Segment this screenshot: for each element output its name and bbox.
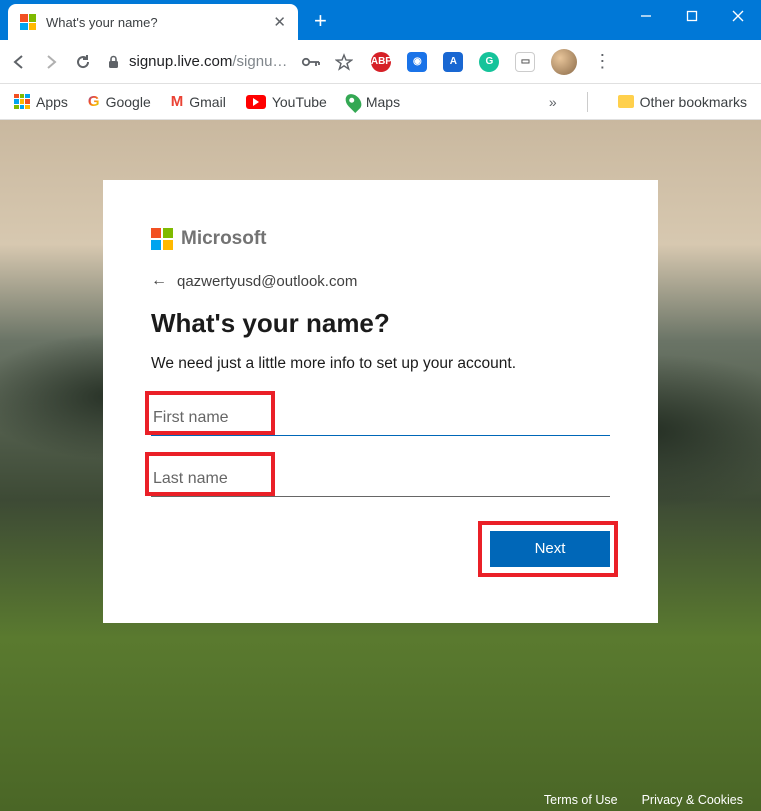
grammarly-extension-icon[interactable]: G	[479, 52, 499, 72]
tab-title: What's your name?	[46, 15, 263, 30]
microsoft-brand-text: Microsoft	[181, 228, 267, 250]
first-name-field-wrap	[151, 401, 610, 436]
window-close-button[interactable]	[715, 0, 761, 32]
tab-close-icon[interactable]: ✕	[273, 13, 286, 31]
back-arrow-icon: ←	[151, 272, 167, 290]
bookmark-youtube[interactable]: YouTube	[246, 94, 327, 110]
url-text: signup.live.com/signu…	[129, 53, 287, 70]
microsoft-favicon	[20, 14, 36, 30]
lock-icon	[106, 54, 121, 69]
bookmark-maps[interactable]: Maps	[347, 93, 400, 111]
page-subtext: We need just a little more info to set u…	[151, 353, 610, 375]
screenshot-extension-icon[interactable]: ◉	[407, 52, 427, 72]
profile-avatar[interactable]	[551, 49, 577, 75]
identity-back-link[interactable]: ← qazwertyusd@outlook.com	[151, 272, 610, 290]
bookmark-google[interactable]: G Google	[88, 93, 151, 110]
apps-grid-icon	[14, 94, 30, 110]
extension-icon[interactable]: A	[443, 52, 463, 72]
nav-forward-button	[42, 53, 60, 71]
bookmark-star-icon[interactable]	[335, 53, 353, 71]
bookmark-label: Maps	[366, 94, 400, 110]
folder-icon	[618, 95, 634, 108]
url-field[interactable]: signup.live.com/signu…	[106, 53, 287, 70]
address-bar: signup.live.com/signu… ABP ◉ A G ▭ ⋮	[0, 40, 761, 84]
bookmark-label: Gmail	[189, 94, 226, 110]
first-name-input[interactable]	[151, 401, 610, 436]
apps-label: Apps	[36, 94, 68, 110]
password-key-icon[interactable]	[301, 55, 321, 69]
new-tab-button[interactable]: +	[314, 8, 327, 34]
google-icon: G	[88, 93, 100, 110]
bookmark-gmail[interactable]: M Gmail	[171, 93, 226, 110]
gmail-icon: M	[171, 93, 184, 110]
other-bookmarks[interactable]: Other bookmarks	[618, 94, 747, 110]
browser-menu-button[interactable]: ⋮	[593, 51, 611, 72]
window-titlebar: What's your name? ✕ +	[0, 0, 761, 40]
adblock-extension-icon[interactable]: ABP	[371, 52, 391, 72]
youtube-icon	[246, 95, 266, 109]
window-maximize-button[interactable]	[669, 0, 715, 32]
terms-link[interactable]: Terms of Use	[544, 793, 618, 807]
next-button-wrap: Next	[151, 531, 610, 567]
apps-shortcut[interactable]: Apps	[14, 94, 68, 110]
maps-pin-icon	[342, 91, 364, 113]
separator	[587, 92, 588, 112]
last-name-input[interactable]	[151, 462, 610, 497]
nav-back-button[interactable]	[10, 53, 28, 71]
identity-email: qazwertyusd@outlook.com	[177, 273, 357, 290]
extension-icon-two[interactable]: ▭	[515, 52, 535, 72]
page-viewport[interactable]: Microsoft ← qazwertyusd@outlook.com What…	[0, 120, 761, 811]
window-minimize-button[interactable]	[623, 0, 669, 32]
microsoft-logo-icon	[151, 228, 173, 250]
privacy-link[interactable]: Privacy & Cookies	[642, 793, 743, 807]
bookmark-label: Google	[106, 94, 151, 110]
microsoft-brand: Microsoft	[151, 228, 610, 250]
next-button[interactable]: Next	[490, 531, 610, 567]
bookmarks-bar: Apps G Google M Gmail YouTube Maps » Other…	[0, 84, 761, 120]
page-heading: What's your name?	[151, 308, 610, 339]
signup-card: Microsoft ← qazwertyusd@outlook.com What…	[103, 180, 658, 623]
bookmark-label: YouTube	[272, 94, 327, 110]
bookmarks-overflow[interactable]: »	[549, 94, 557, 110]
last-name-field-wrap	[151, 462, 610, 497]
footer-links: Terms of Use Privacy & Cookies	[544, 793, 743, 807]
bookmark-label: Other bookmarks	[640, 94, 747, 110]
browser-tab[interactable]: What's your name? ✕	[8, 4, 298, 40]
nav-reload-button[interactable]	[74, 53, 92, 71]
